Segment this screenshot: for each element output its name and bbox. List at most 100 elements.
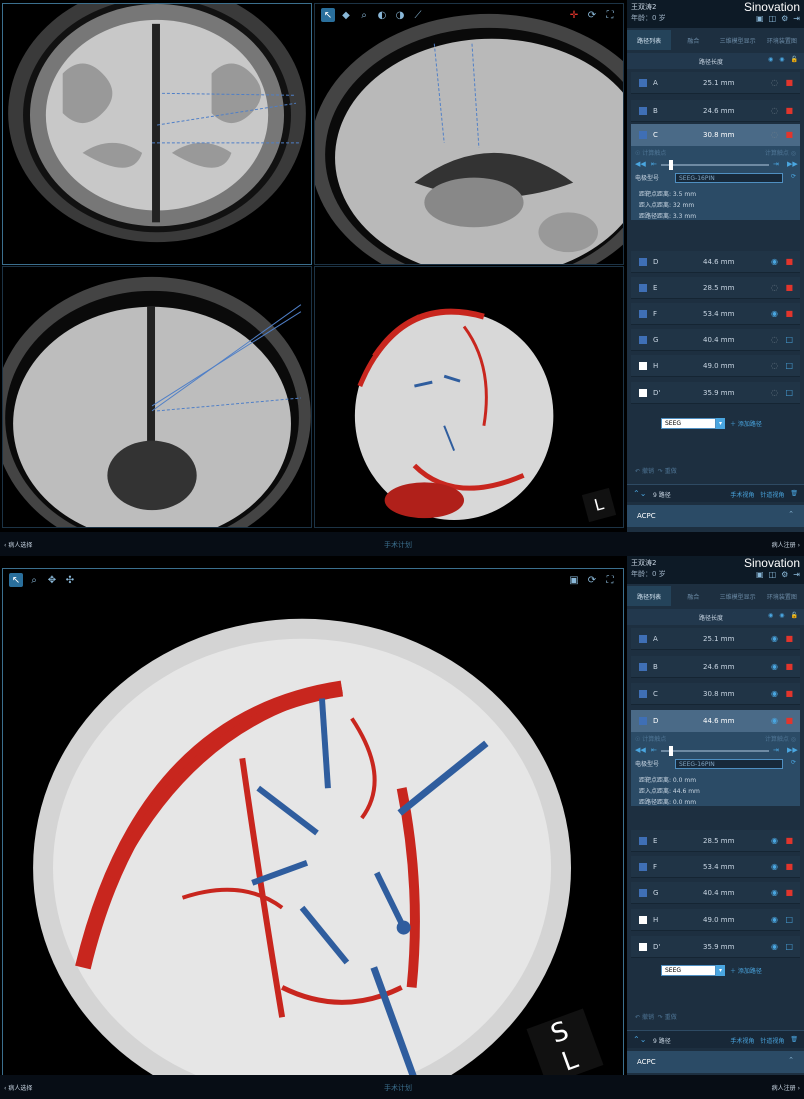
to-end-icon[interactable]: ⇥ xyxy=(773,160,779,168)
calc-contact-left[interactable]: ☉ 计算触点 xyxy=(635,150,666,157)
trash-icon[interactable]: 🗑 xyxy=(790,1036,798,1045)
exit-icon[interactable]: ⇥ xyxy=(793,570,800,579)
settings-icon[interactable]: ⚙ xyxy=(781,570,788,579)
path-checkbox[interactable] xyxy=(639,131,647,139)
contrast-icon[interactable]: ◐ xyxy=(375,8,389,22)
slider-track[interactable] xyxy=(661,164,769,166)
refresh-icon[interactable]: ⟳ xyxy=(791,759,796,766)
eye-off-icon[interactable]: ◌ xyxy=(771,283,778,292)
prev-step-button[interactable]: ‹ 病人选择 xyxy=(4,540,32,549)
tab-fusion[interactable]: 融合 xyxy=(671,30,715,50)
lock-icon[interactable]: ■ xyxy=(785,309,793,318)
eye-icon[interactable]: ◉ xyxy=(771,257,778,266)
path-row-h[interactable]: H 49.0 mm ◉ □ xyxy=(631,909,800,931)
path-checkbox[interactable] xyxy=(639,717,647,725)
path-row-f[interactable]: F 53.4 mm ◉ ■ xyxy=(631,303,800,325)
save-icon[interactable]: ▣ xyxy=(756,570,764,579)
unlock-icon[interactable]: □ xyxy=(785,942,793,951)
3d-viewport[interactable]: L xyxy=(314,266,624,528)
window-level-icon[interactable]: ◆ xyxy=(339,8,353,22)
lock-icon[interactable]: ■ xyxy=(785,78,793,87)
tab-path-list[interactable]: 路径列表 xyxy=(627,586,672,606)
to-start-icon[interactable]: ⇤ xyxy=(651,746,657,754)
eye-icon[interactable]: ◉ xyxy=(771,689,778,698)
step-back-icon[interactable]: ◀◀ xyxy=(635,746,646,754)
calc-contact-right[interactable]: 计算触点 ◎ xyxy=(765,148,796,157)
electrode-model-select[interactable]: SEEG-16PIN xyxy=(675,759,783,769)
lock-icon[interactable]: ■ xyxy=(785,662,793,671)
eye-off-icon[interactable]: ◌ xyxy=(771,335,778,344)
lock-icon[interactable]: ■ xyxy=(785,862,793,871)
path-checkbox[interactable] xyxy=(639,284,647,292)
path-row-f[interactable]: F 53.4 mm ◉ ■ xyxy=(631,856,800,878)
tab-path-list[interactable]: 路径列表 xyxy=(627,30,672,50)
lock-all-icon[interactable]: 🔓 xyxy=(791,56,798,63)
undo-button[interactable]: ↶ 撤销 xyxy=(635,468,654,475)
unlock-icon[interactable]: □ xyxy=(785,361,793,370)
path-checkbox[interactable] xyxy=(639,310,647,318)
acpc-section[interactable]: ACPC ⌃ xyxy=(627,1051,804,1073)
path-checkbox[interactable] xyxy=(639,889,647,897)
path-slider[interactable]: ◀◀ ⇤ ⇥ ▶▶ xyxy=(635,160,798,170)
eye-icon[interactable]: ◉ xyxy=(779,612,784,619)
path-checkbox[interactable] xyxy=(639,943,647,951)
undo-button[interactable]: ↶ 撤销 xyxy=(635,1014,654,1021)
path-checkbox[interactable] xyxy=(639,690,647,698)
axial-viewport[interactable] xyxy=(2,3,312,265)
needle-view-button[interactable]: 针道视角 xyxy=(760,490,784,499)
slider-knob[interactable] xyxy=(669,746,673,756)
chevron-down-icon[interactable]: ▾ xyxy=(716,965,725,976)
unlock-icon[interactable]: □ xyxy=(785,388,793,397)
path-checkbox[interactable] xyxy=(639,389,647,397)
show-all-eye-icon[interactable]: ◉ xyxy=(768,56,773,63)
coronal-viewport[interactable] xyxy=(2,266,312,528)
chevron-up-icon[interactable]: ⌃ xyxy=(788,510,794,518)
chevron-down-icon[interactable]: ▾ xyxy=(716,418,725,429)
unlock-icon[interactable]: □ xyxy=(785,335,793,344)
settings-icon[interactable]: ⚙ xyxy=(781,14,788,23)
eye-icon[interactable]: ◉ xyxy=(771,915,778,924)
crosshair-icon[interactable]: ✛ xyxy=(567,8,581,22)
surgery-view-button[interactable]: 手术视角 xyxy=(730,1036,754,1045)
eye-off-icon[interactable]: ◌ xyxy=(771,78,778,87)
tab-fusion[interactable]: 融合 xyxy=(671,586,715,606)
pointer-icon[interactable]: ↖ xyxy=(9,573,23,587)
surgery-view-button[interactable]: 手术视角 xyxy=(730,490,754,499)
path-slider[interactable]: ◀◀ ⇤ ⇥ ▶▶ xyxy=(635,746,798,756)
path-checkbox[interactable] xyxy=(639,362,647,370)
calc-contact-right[interactable]: 计算触点 ◎ xyxy=(765,734,796,743)
sagittal-viewport[interactable]: ↖ ◆ ⌕ ◐ ◑ ⟋ ✛ ⟳ ⛶ xyxy=(314,3,624,265)
step-back-icon[interactable]: ◀◀ xyxy=(635,160,646,168)
calc-contact-left[interactable]: ☉ 计算触点 xyxy=(635,736,666,743)
tab-3d-model[interactable]: 三维模型显示 xyxy=(716,30,760,50)
path-row-d-prime[interactable]: D' 35.9 mm ◉ □ xyxy=(631,936,800,958)
refresh-icon[interactable]: ⟳ xyxy=(791,173,796,180)
eye-off-icon[interactable]: ◌ xyxy=(771,388,778,397)
path-row-g[interactable]: G 40.4 mm ◉ ■ xyxy=(631,882,800,904)
rotate-icon[interactable]: ✣ xyxy=(63,573,77,587)
acpc-section[interactable]: ACPC ⌃ xyxy=(627,505,804,527)
collapse-arrows-icon[interactable]: ⌃⌄ xyxy=(633,489,646,498)
step-forward-icon[interactable]: ▶▶ xyxy=(787,746,798,754)
lock-icon[interactable]: ■ xyxy=(785,130,793,139)
tab-3d-model[interactable]: 三维模型显示 xyxy=(716,586,760,606)
lock-icon[interactable]: ■ xyxy=(785,836,793,845)
path-row-d-prime[interactable]: D' 35.9 mm ◌ □ xyxy=(631,382,800,404)
eye-icon[interactable]: ◉ xyxy=(771,662,778,671)
path-row-h[interactable]: H 49.0 mm ◌ □ xyxy=(631,355,800,377)
eye-icon[interactable]: ◉ xyxy=(771,888,778,897)
chevron-up-icon[interactable]: ⌃ xyxy=(788,1056,794,1064)
lock-icon[interactable]: ■ xyxy=(785,716,793,725)
lock-icon[interactable]: ■ xyxy=(785,689,793,698)
path-row-b[interactable]: B 24.6 mm ◌ ■ xyxy=(631,100,800,122)
path-checkbox[interactable] xyxy=(639,79,647,87)
path-checkbox[interactable] xyxy=(639,635,647,643)
path-checkbox[interactable] xyxy=(639,663,647,671)
layout-icon[interactable]: ▣ xyxy=(567,573,581,587)
tab-environment[interactable]: 环境装置图 xyxy=(760,30,804,50)
path-row-a[interactable]: A 25.1 mm ◌ ■ xyxy=(631,72,800,94)
eye-off-icon[interactable]: ◌ xyxy=(771,130,778,139)
show-all-eye-icon[interactable]: ◉ xyxy=(768,612,773,619)
pan-icon[interactable]: ✥ xyxy=(45,573,59,587)
screenshot-icon[interactable]: ◫ xyxy=(769,14,777,23)
